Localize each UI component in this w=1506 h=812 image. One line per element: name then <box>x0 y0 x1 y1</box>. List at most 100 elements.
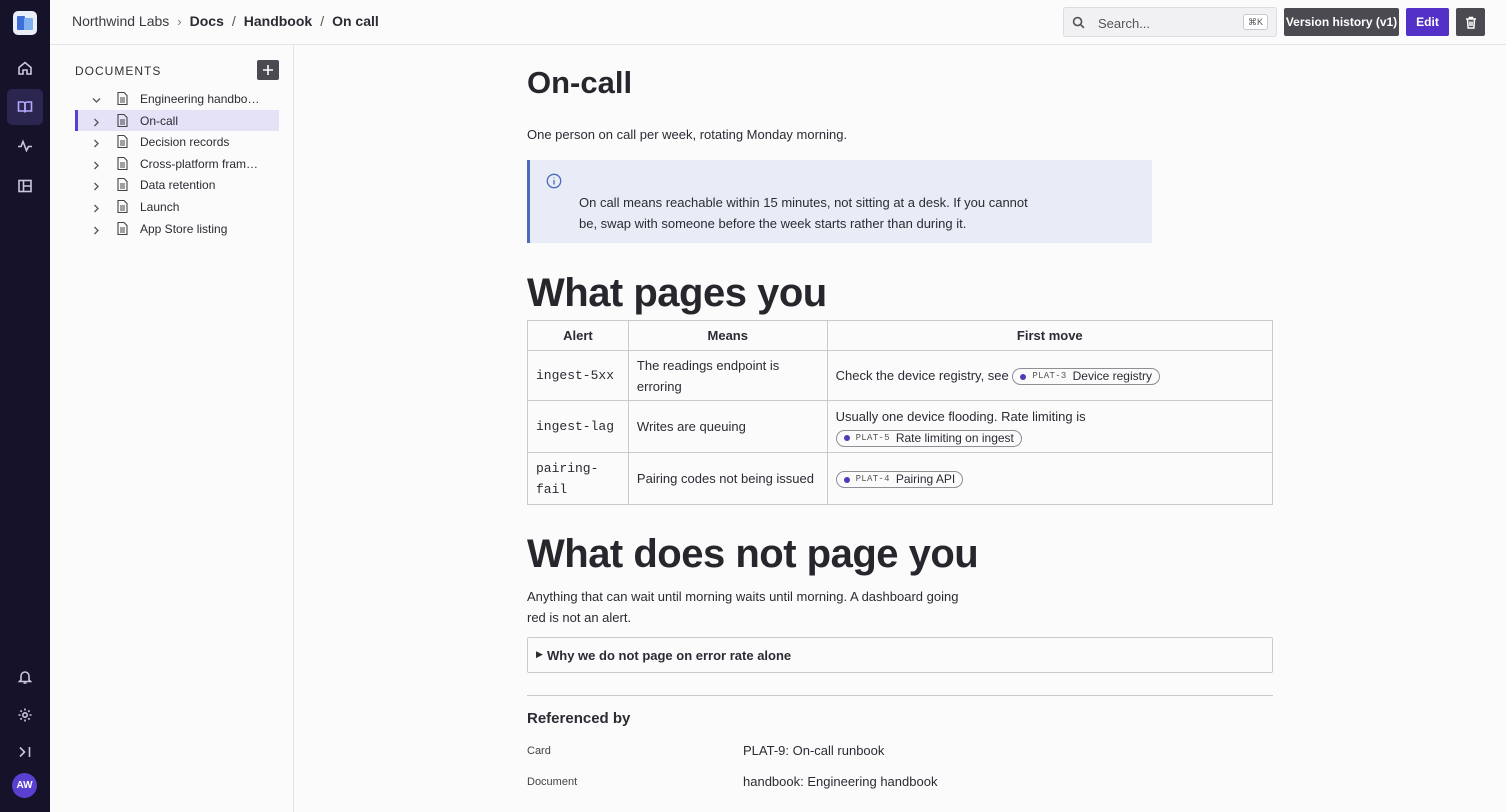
document-icon <box>117 199 128 214</box>
reference-kind: Card <box>527 745 551 757</box>
search-shortcut-badge: ⌘K <box>1242 14 1268 30</box>
not-paging-paragraph: Anything that can wait until morning wai… <box>527 589 959 625</box>
sidebar-item-label: Decision records <box>140 135 230 150</box>
status-dot-icon <box>843 435 850 442</box>
user-avatar[interactable]: AW <box>12 773 37 798</box>
document-icon <box>117 91 128 106</box>
column-header-means: Means <box>627 320 828 351</box>
document-tree: Engineering handbook On-call Decision re… <box>75 88 279 239</box>
document-main: On-call One person on call per week, rot… <box>294 45 1506 812</box>
card-link-chip[interactable]: PLAT-5 Rate limiting on ingest <box>835 429 1022 447</box>
search-box[interactable]: ⌘K <box>1063 7 1277 37</box>
plus-icon <box>263 65 273 75</box>
chip-label: Rate limiting on ingest <box>895 430 1014 445</box>
chevron-right-icon[interactable] <box>92 159 101 170</box>
first-move-text: Check the device registry, see <box>835 368 1009 383</box>
breadcrumb-docs[interactable]: Docs <box>190 13 224 29</box>
search-icon <box>1072 16 1085 29</box>
reference-link[interactable]: PLAT-9: On-call runbook <box>743 743 884 758</box>
first-move-cell: Check the device registry, see PLAT-3 Dev… <box>826 350 1274 401</box>
sidebar-item-decision-records[interactable]: Decision records <box>75 131 279 153</box>
edit-button[interactable]: Edit <box>1406 8 1449 36</box>
board-icon[interactable] <box>7 168 43 204</box>
settings-gear-icon[interactable] <box>7 697 43 733</box>
version-history-button[interactable]: Version history (v1) <box>1284 8 1399 36</box>
document-icon <box>117 178 128 192</box>
document-icon <box>117 113 128 127</box>
sidebar-item-app-store-listing[interactable]: App Store listing <box>75 218 279 240</box>
page-title: On-call <box>527 65 633 100</box>
means-cell: Pairing codes not being issued <box>627 452 828 505</box>
table-row: ingest-lag Writes are queuing Usually on… <box>527 400 1274 453</box>
chip-label: Device registry <box>1072 369 1152 384</box>
intro-paragraph: One person on call per week, rotating Mo… <box>527 127 848 142</box>
status-dot-icon <box>1020 373 1027 380</box>
info-icon <box>546 173 562 189</box>
chip-label: Pairing API <box>895 472 956 487</box>
app-rail: AW <box>0 0 50 812</box>
sidebar-item-label: Data retention <box>140 178 216 193</box>
document-icon <box>117 156 128 170</box>
chevron-right-icon[interactable] <box>92 202 101 213</box>
sidebar-title: DOCUMENTS <box>75 64 162 78</box>
first-move-cell: PLAT-4 Pairing API <box>826 452 1274 505</box>
divider <box>527 695 1273 696</box>
column-header-first-move: First move <box>826 320 1274 351</box>
heading-what-does-not-page-you: What does not page you <box>527 532 979 576</box>
breadcrumb-current: On call <box>332 13 379 29</box>
breadcrumb-handbook[interactable]: Handbook <box>244 13 312 29</box>
details-summary[interactable]: Why we do not page on error rate alone <box>547 648 791 663</box>
triangle-right-icon: ▶ <box>536 649 543 659</box>
chevron-right-icon[interactable] <box>92 137 101 148</box>
document-icon <box>117 221 128 235</box>
chevron-right-icon[interactable] <box>92 116 101 127</box>
bell-icon[interactable] <box>7 659 43 695</box>
alert-cell: ingest-lag <box>527 400 629 453</box>
first-move-cell: Usually one device flooding. Rate limiti… <box>826 400 1274 453</box>
add-document-button[interactable] <box>257 60 279 80</box>
activity-icon[interactable] <box>7 128 43 164</box>
sidebar-item-launch[interactable]: Launch <box>75 196 279 218</box>
docs-book-icon[interactable] <box>7 89 43 125</box>
chip-key: PLAT-5 <box>855 432 890 443</box>
top-bar: Northwind Labs › Docs / Handbook / On ca… <box>50 0 1506 45</box>
chevron-down-icon[interactable] <box>92 94 101 103</box>
status-dot-icon <box>843 476 850 483</box>
home-icon[interactable] <box>7 50 43 86</box>
callout-text: On call means reachable within 15 minute… <box>579 195 1028 231</box>
info-callout: On call means reachable within 15 minute… <box>527 160 1152 243</box>
first-move-text: Usually one device flooding. Rate limiti… <box>835 408 1086 424</box>
reference-link[interactable]: handbook: Engineering handbook <box>743 774 937 789</box>
document-icon <box>117 135 128 149</box>
chip-key: PLAT-3 <box>1032 371 1067 382</box>
table-row: pairing-fail Pairing codes not being iss… <box>527 452 1274 505</box>
search-input[interactable] <box>1098 13 1238 33</box>
sidebar-item-cross-platform[interactable]: Cross-platform frame... <box>75 153 279 175</box>
breadcrumb-org[interactable]: Northwind Labs <box>72 13 169 29</box>
chevron-right-icon[interactable] <box>92 224 101 235</box>
breadcrumb: Northwind Labs › Docs / Handbook / On ca… <box>72 13 379 29</box>
sidebar-item-label: App Store listing <box>140 221 228 236</box>
chevron-right-icon: › <box>177 13 182 29</box>
heading-what-pages-you: What pages you <box>527 271 827 315</box>
means-cell: Writes are queuing <box>627 400 828 453</box>
alert-cell: pairing-fail <box>527 452 629 505</box>
card-link-chip[interactable]: PLAT-3 Device registry <box>1012 368 1160 386</box>
chip-key: PLAT-4 <box>855 474 890 485</box>
referenced-by-heading: Referenced by <box>527 710 631 727</box>
expand-sidebar-icon[interactable] <box>7 734 43 770</box>
sidebar-item-label: Launch <box>140 199 180 214</box>
alert-cell: ingest-5xx <box>527 350 629 401</box>
app-logo-icon[interactable] <box>13 11 37 35</box>
sidebar-item-on-call[interactable]: On-call <box>75 109 279 132</box>
breadcrumb-separator: / <box>320 13 325 29</box>
collapsible-details[interactable]: ▶ Why we do not page on error rate alone <box>527 637 1273 673</box>
sidebar-item-label: On-call <box>140 113 179 128</box>
trash-icon <box>1465 16 1476 29</box>
chevron-right-icon[interactable] <box>92 180 101 191</box>
column-header-alert: Alert <box>527 320 629 351</box>
card-link-chip[interactable]: PLAT-4 Pairing API <box>835 471 964 489</box>
sidebar-item-data-retention[interactable]: Data retention <box>75 174 279 196</box>
sidebar-item-engineering-handbook[interactable]: Engineering handbook <box>75 88 279 110</box>
delete-button[interactable] <box>1456 8 1485 36</box>
